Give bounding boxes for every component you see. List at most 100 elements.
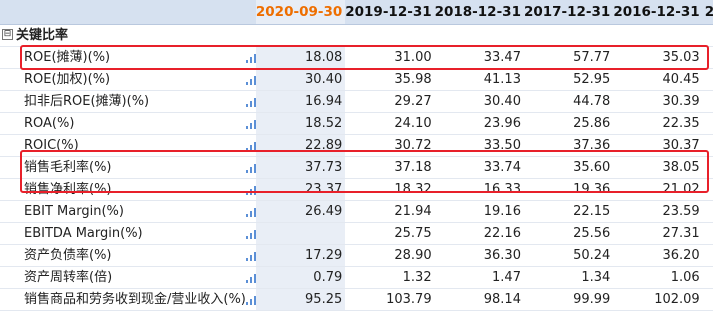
chart-icon-cell[interactable] xyxy=(245,200,256,223)
table-row-debt-ratio[interactable]: 资产负债率(%) 17.29 28.90 36.30 50.24 36.20 xyxy=(0,244,713,267)
bar-chart-icon[interactable] xyxy=(245,273,256,283)
value-cell-2019-12-31: 30.72 xyxy=(345,134,435,157)
bar-chart-icon[interactable] xyxy=(245,119,256,129)
row-label: 销售净利率(%) xyxy=(0,178,246,201)
value-cell-2019-12-31: 103.79 xyxy=(345,288,435,311)
chart-icon-cell[interactable] xyxy=(245,68,256,91)
bar-chart-icon[interactable] xyxy=(245,141,256,151)
value-cell-2018-12-31: 22.16 xyxy=(434,222,524,245)
bar-chart-icon[interactable] xyxy=(245,229,256,239)
value-cell-20 xyxy=(702,200,713,223)
section-cell xyxy=(613,24,703,47)
value-cell-2020-09-30: 0.79 xyxy=(255,266,346,289)
value-cell-2020-09-30: 26.49 xyxy=(255,200,346,223)
row-label: 资产负债率(%) xyxy=(0,244,246,267)
column-header-2019-12-31[interactable]: 2019-12-31 xyxy=(345,0,435,25)
value-cell-2018-12-31: 1.47 xyxy=(434,266,524,289)
table-row-roe-diluted[interactable]: ROE(摊薄)(%) 18.08 31.00 33.47 57.77 35.03 xyxy=(0,46,713,69)
bar-chart-icon[interactable] xyxy=(245,163,256,173)
value-cell-2018-12-31: 41.13 xyxy=(434,68,524,91)
chart-icon-cell[interactable] xyxy=(245,222,256,245)
chart-icon-cell[interactable] xyxy=(245,134,256,157)
value-cell-2016-12-31: 102.09 xyxy=(613,288,703,311)
column-header-2016-12-31[interactable]: 2016-12-31 xyxy=(613,0,703,25)
value-cell-20 xyxy=(702,134,713,157)
chart-icon-cell[interactable] xyxy=(245,112,256,135)
table-row-asset-turnover[interactable]: 资产周转率(倍) 0.79 1.32 1.47 1.34 1.06 xyxy=(0,266,713,289)
collapse-toggle-icon[interactable]: ⊟ xyxy=(2,29,13,40)
value-cell-2017-12-31: 35.60 xyxy=(523,156,614,179)
table-row-roic[interactable]: ROIC(%) 22.89 30.72 33.50 37.36 30.37 xyxy=(0,134,713,157)
value-cell-2017-12-31: 57.77 xyxy=(523,46,614,69)
value-cell-20 xyxy=(702,266,713,289)
bar-chart-icon[interactable] xyxy=(245,97,256,107)
column-header-2017-12-31[interactable]: 2017-12-31 xyxy=(523,0,614,25)
bar-chart-icon[interactable] xyxy=(245,251,256,261)
value-cell-2017-12-31: 25.86 xyxy=(523,112,614,135)
value-cell-2020-09-30: 18.52 xyxy=(255,112,346,135)
chart-icon-cell[interactable] xyxy=(245,288,256,311)
value-cell-20 xyxy=(702,112,713,135)
value-cell-2018-12-31: 30.40 xyxy=(434,90,524,113)
column-header-partial[interactable]: 20 xyxy=(702,0,713,25)
chart-icon-cell[interactable] xyxy=(245,46,256,69)
value-cell-2020-09-30: 18.08 xyxy=(255,46,346,69)
value-cell-2019-12-31: 1.32 xyxy=(345,266,435,289)
value-cell-20 xyxy=(702,244,713,267)
value-cell-2019-12-31: 25.75 xyxy=(345,222,435,245)
chart-icon-cell[interactable] xyxy=(245,90,256,113)
chart-icon-cell[interactable] xyxy=(245,156,256,179)
value-cell-2020-09-30: 16.94 xyxy=(255,90,346,113)
value-cell-2019-12-31: 29.27 xyxy=(345,90,435,113)
table-row-roe-deducted[interactable]: 扣非后ROE(摊薄)(%) 16.94 29.27 30.40 44.78 30.39 xyxy=(0,90,713,113)
bar-chart-icon[interactable] xyxy=(245,207,256,217)
section-header[interactable]: ⊟ 关键比率 xyxy=(0,24,256,47)
value-cell-2019-12-31: 35.98 xyxy=(345,68,435,91)
value-cell-2017-12-31: 22.15 xyxy=(523,200,614,223)
value-cell-20 xyxy=(702,222,713,245)
table-row-roa[interactable]: ROA(%) 18.52 24.10 23.96 25.86 22.35 xyxy=(0,112,713,135)
chart-icon-cell[interactable] xyxy=(245,244,256,267)
value-cell-2016-12-31: 35.03 xyxy=(613,46,703,69)
bar-chart-icon[interactable] xyxy=(245,53,256,63)
value-cell-2016-12-31: 30.37 xyxy=(613,134,703,157)
value-cell-2020-09-30: 17.29 xyxy=(255,244,346,267)
bar-chart-icon[interactable] xyxy=(245,185,256,195)
table-row-ebit-margin[interactable]: EBIT Margin(%) 26.49 21.94 19.16 22.15 23.59 xyxy=(0,200,713,223)
value-cell-20 xyxy=(702,178,713,201)
value-cell-2016-12-31: 21.02 xyxy=(613,178,703,201)
value-cell-2018-12-31: 33.74 xyxy=(434,156,524,179)
column-header-2018-12-31[interactable]: 2018-12-31 xyxy=(434,0,524,25)
bar-chart-icon[interactable] xyxy=(245,75,256,85)
row-label: ROE(摊薄)(%) xyxy=(0,46,246,69)
table-row-net-margin[interactable]: 销售净利率(%) 23.37 18.32 16.33 19.36 21.02 xyxy=(0,178,713,201)
value-cell-2017-12-31: 25.56 xyxy=(523,222,614,245)
table-row-cash-to-revenue[interactable]: 销售商品和劳务收到现金/营业收入(%) 95.25 103.79 98.14 99.99… xyxy=(0,288,713,311)
value-cell-2017-12-31: 44.78 xyxy=(523,90,614,113)
value-cell-20 xyxy=(702,90,713,113)
value-cell-2019-12-31: 31.00 xyxy=(345,46,435,69)
section-row-key-ratios[interactable]: ⊟ 关键比率 xyxy=(0,24,713,47)
column-header-2020-09-30[interactable]: 2020-09-30 xyxy=(255,0,346,25)
value-cell-20 xyxy=(702,288,713,311)
value-cell-2018-12-31: 33.47 xyxy=(434,46,524,69)
value-cell-2020-09-30: 30.40 xyxy=(255,68,346,91)
value-cell-2016-12-31: 38.05 xyxy=(613,156,703,179)
chart-icon-cell[interactable] xyxy=(245,178,256,201)
chart-icon-cell[interactable] xyxy=(245,266,256,289)
value-cell-2018-12-31: 98.14 xyxy=(434,288,524,311)
value-cell-2016-12-31: 36.20 xyxy=(613,244,703,267)
value-cell-2020-09-30 xyxy=(255,222,346,245)
value-cell-2017-12-31: 52.95 xyxy=(523,68,614,91)
table-row-ebitda-margin[interactable]: EBITDA Margin(%) 25.75 22.16 25.56 27.31 xyxy=(0,222,713,245)
header-row: 2020-09-30 2019-12-31 2018-12-31 2017-12… xyxy=(0,0,713,25)
row-label: ROE(加权)(%) xyxy=(0,68,246,91)
row-label: 资产周转率(倍) xyxy=(0,266,246,289)
value-cell-2019-12-31: 28.90 xyxy=(345,244,435,267)
table-row-roe-weighted[interactable]: ROE(加权)(%) 30.40 35.98 41.13 52.95 40.45 xyxy=(0,68,713,91)
bar-chart-icon[interactable] xyxy=(245,295,256,305)
row-label: ROIC(%) xyxy=(0,134,246,157)
value-cell-2016-12-31: 27.31 xyxy=(613,222,703,245)
table-row-gross-margin[interactable]: 销售毛利率(%) 37.73 37.18 33.74 35.60 38.05 xyxy=(0,156,713,179)
value-cell-2020-09-30: 22.89 xyxy=(255,134,346,157)
